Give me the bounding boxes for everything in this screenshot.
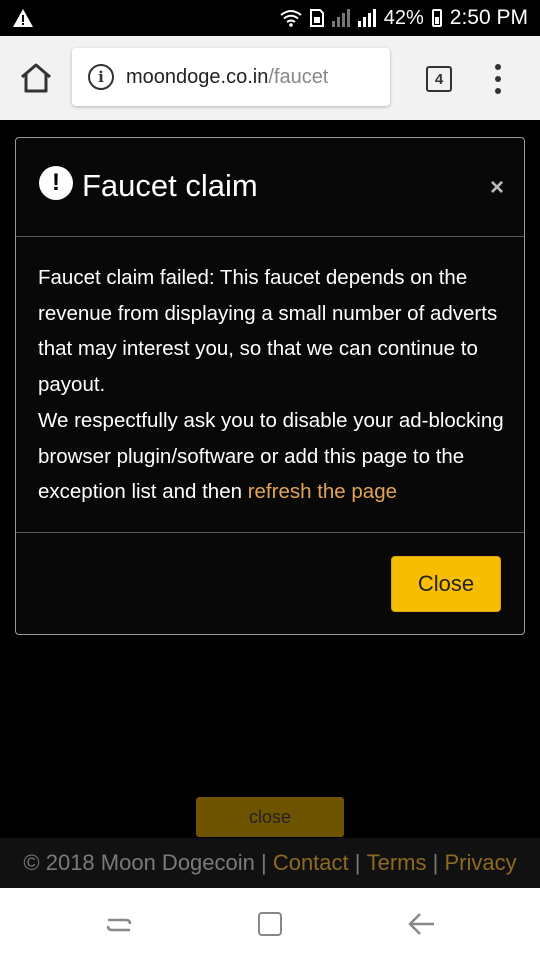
url-path: /faucet (268, 65, 329, 88)
battery-percent: 42% (383, 6, 424, 29)
modal-title: Faucet claim (82, 168, 258, 203)
home-nav-icon[interactable] (258, 912, 282, 936)
footer-copyright: © 2018 Moon Dogecoin | (23, 850, 273, 875)
modal-message-2: We respectfully ask you to disable your … (38, 403, 504, 510)
exclamation-circle-icon: ! (39, 166, 73, 200)
recent-apps-icon[interactable] (106, 912, 132, 938)
signal-1-icon (331, 9, 350, 27)
modal-body: Faucet claim failed: This faucet depends… (38, 260, 504, 510)
footer: © 2018 Moon Dogecoin | Contact | Terms |… (0, 838, 540, 888)
faucet-claim-modal: ! Faucet claim × Faucet claim failed: Th… (15, 137, 525, 635)
modal-footer: Close (16, 532, 524, 636)
url-text[interactable]: moondoge.co.in/faucet (126, 66, 328, 89)
tab-switcher-button[interactable]: 4 (426, 66, 452, 92)
android-nav-bar (0, 888, 540, 960)
close-icon[interactable]: × (490, 174, 504, 202)
page-close-button[interactable]: close (196, 797, 344, 837)
home-icon[interactable] (18, 60, 54, 96)
warning-icon (13, 9, 33, 27)
footer-link-terms[interactable]: Terms (367, 850, 427, 876)
footer-separator: | (426, 850, 445, 875)
browser-toolbar: i moondoge.co.in/faucet 4 (0, 36, 540, 120)
clock: 2:50 PM (449, 6, 528, 29)
url-domain: moondoge.co.in (126, 65, 269, 88)
signal-2-icon (357, 9, 376, 27)
refresh-page-link[interactable]: refresh the page (248, 480, 397, 503)
modal-message: Faucet claim failed: This faucet depends… (38, 266, 498, 397)
footer-separator: | (348, 850, 367, 875)
modal-header: ! Faucet claim × (16, 138, 524, 237)
footer-link-privacy[interactable]: Privacy (444, 850, 516, 876)
info-icon[interactable]: i (88, 64, 114, 90)
footer-link-contact[interactable]: Contact (273, 850, 349, 876)
status-bar: 42% 2:50 PM (0, 0, 540, 36)
back-icon[interactable] (406, 910, 436, 938)
battery-icon (431, 9, 442, 27)
modal-close-button[interactable]: Close (391, 556, 501, 612)
url-bar[interactable]: i moondoge.co.in/faucet (72, 48, 390, 106)
sim-icon (309, 9, 324, 27)
more-menu-icon[interactable] (490, 64, 506, 94)
wifi-icon (280, 10, 302, 27)
